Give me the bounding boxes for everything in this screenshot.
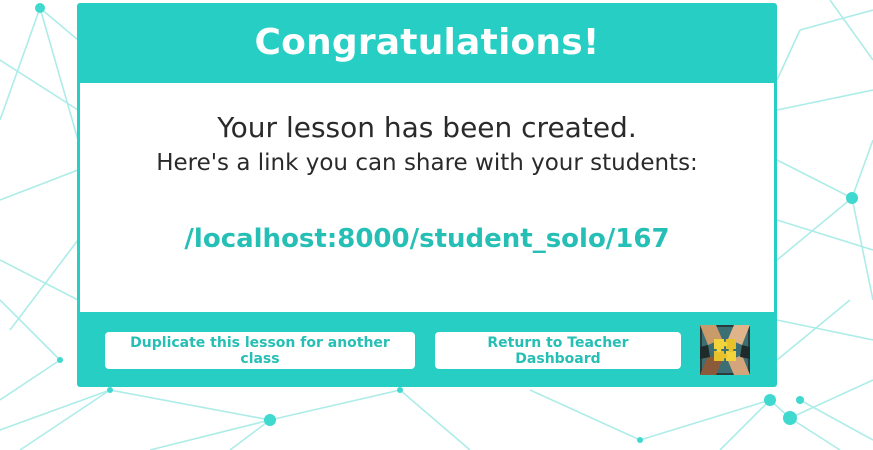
page: Congratulations! Your lesson has been cr… — [0, 0, 873, 450]
share-link-instructions: Here's a link you can share with your st… — [156, 150, 698, 176]
card-body: Your lesson has been created. Here's a l… — [80, 83, 774, 312]
lesson-created-card: Congratulations! Your lesson has been cr… — [77, 3, 777, 387]
return-dashboard-button[interactable]: Return to Teacher Dashboard — [435, 332, 681, 369]
puzzle-hands-icon — [700, 325, 750, 375]
student-share-link[interactable]: /localhost:8000/student_solo/167 — [184, 224, 669, 254]
card-footer: Duplicate this lesson for another class … — [77, 315, 777, 387]
page-title: Congratulations! — [254, 21, 600, 63]
duplicate-lesson-button[interactable]: Duplicate this lesson for another class — [105, 332, 415, 369]
lesson-created-message: Your lesson has been created. — [217, 111, 637, 144]
card-header: Congratulations! — [77, 3, 777, 81]
